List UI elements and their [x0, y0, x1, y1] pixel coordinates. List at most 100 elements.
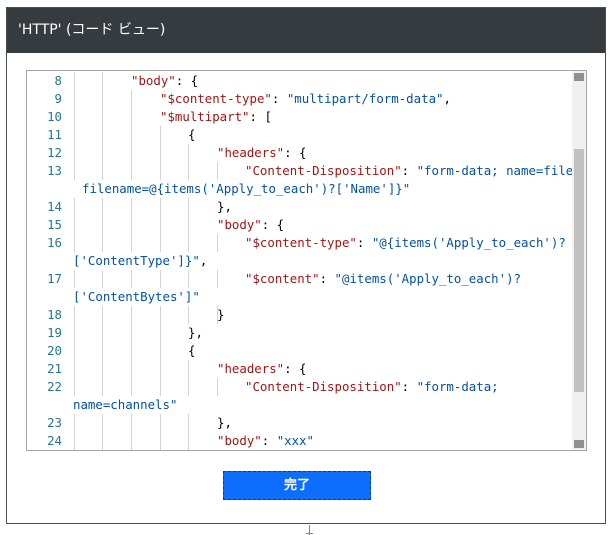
code-line-wrap: ['ContentBytes']" — [27, 288, 572, 306]
code-text: { — [188, 126, 195, 144]
json-punctuation: , — [443, 91, 451, 106]
code-text: "$content-type": "@{items('Apply_to_each… — [245, 234, 566, 252]
line-number: 21 — [47, 361, 62, 376]
json-key: "Content-Disposition" — [245, 163, 402, 178]
code-text: filename=@{items('Apply_to_each')?['Name… — [82, 180, 410, 198]
json-punctuation: : [ — [249, 109, 272, 124]
code-line: 23}, — [27, 414, 572, 432]
json-key: "body" — [131, 73, 176, 88]
code-line-wrap: name=channels" — [27, 396, 572, 414]
json-string: filename=@{items('Apply_to_each')?['Name… — [82, 181, 411, 196]
code-line: 8 "body": { — [27, 72, 572, 90]
line-number: 24 — [47, 433, 62, 448]
line-number: 14 — [47, 199, 62, 214]
code-line: 13 "Content-Disposition": "form-data; nam… — [27, 162, 572, 180]
code-text: "body": { — [131, 72, 198, 90]
code-editor[interactable]: 8 "body": {9 "$content-type": "multipart/f… — [26, 70, 587, 451]
code-line: 19}, — [27, 324, 572, 342]
dialog-titlebar: 'HTTP' (コード ビュー) — [7, 8, 605, 53]
json-string: "form-data; name=file; — [416, 163, 572, 178]
line-number: 18 — [47, 307, 62, 322]
json-punctuation: : — [401, 163, 417, 178]
json-punctuation: : { — [284, 361, 307, 376]
code-line: 12 "headers": { — [27, 144, 572, 162]
line-number: 16 — [47, 235, 62, 250]
line-number: 13 — [47, 163, 62, 178]
code-line: 9 "$content-type": "multipart/form-data", — [27, 90, 572, 108]
code-text: }, — [217, 414, 232, 432]
code-text: "Content-Disposition": "form-data; name=… — [245, 162, 572, 180]
scrollbar-thumb[interactable] — [574, 149, 584, 392]
code-line: 14}, — [27, 198, 572, 216]
code-line: 10 "$multipart": [ — [27, 108, 572, 126]
line-number: 20 — [47, 343, 62, 358]
line-number: 22 — [47, 379, 62, 394]
json-string: "multipart/form-data" — [286, 91, 444, 106]
line-number: 12 — [47, 145, 62, 160]
json-punctuation: }, — [188, 325, 203, 340]
json-string: "@{items('Apply_to_each')? — [371, 235, 566, 250]
json-punctuation: : { — [261, 217, 285, 232]
code-text: } — [217, 306, 224, 324]
code-text-area[interactable]: 8 "body": {9 "$content-type": "multipart/f… — [27, 71, 572, 450]
json-punctuation: : — [261, 433, 277, 448]
code-text: "Content-Disposition": "form-data; — [245, 378, 499, 396]
code-text: "body": "xxx" — [217, 432, 314, 450]
json-string: "xxx" — [276, 433, 314, 448]
json-punctuation: { — [188, 343, 196, 358]
json-key: "$content-type" — [160, 91, 272, 106]
line-number: 10 — [47, 109, 62, 124]
scroll-down-arrow-icon[interactable] — [574, 440, 584, 448]
json-punctuation: }, — [217, 415, 232, 430]
vertical-scrollbar[interactable] — [572, 71, 586, 450]
json-key: "body" — [217, 433, 262, 448]
json-string: name=channels" — [73, 397, 178, 412]
json-punctuation: } — [217, 307, 225, 322]
code-line: 17 "$content": "@items('Apply_to_each')? — [27, 270, 572, 288]
code-line: 20 { — [27, 342, 572, 360]
code-view-dialog: 'HTTP' (コード ビュー) 8 "body": {9 "$content-ty… — [6, 7, 606, 535]
json-punctuation: : — [319, 271, 335, 286]
code-text: ['ContentType']}", — [73, 252, 207, 270]
scroll-up-arrow-icon[interactable] — [574, 73, 584, 81]
json-punctuation: : — [271, 91, 287, 106]
code-text: "$content-type": "multipart/form-data", — [160, 90, 451, 108]
json-punctuation: : — [356, 235, 372, 250]
code-text: }, — [217, 198, 232, 216]
line-number: 15 — [47, 217, 62, 232]
line-number: 9 — [54, 91, 62, 106]
json-punctuation: : { — [175, 73, 199, 88]
code-line: 18} — [27, 306, 572, 324]
json-key: "headers" — [217, 361, 285, 376]
json-punctuation: , — [199, 253, 208, 268]
done-button[interactable]: 完了 — [223, 471, 371, 500]
json-punctuation: { — [188, 127, 196, 142]
code-text: name=channels" — [73, 396, 177, 414]
code-line-wrap: filename=@{items('Apply_to_each')?['Name… — [27, 180, 572, 198]
code-text: }, — [188, 324, 203, 342]
line-number: 11 — [47, 127, 62, 142]
code-line: 15 "body": { — [27, 216, 572, 234]
json-punctuation: : { — [284, 145, 307, 160]
code-text: "$content": "@items('Apply_to_each')? — [245, 270, 521, 288]
code-text: "headers": { — [217, 144, 307, 162]
json-string: ['ContentBytes']" — [73, 289, 200, 304]
code-text: "headers": { — [217, 360, 307, 378]
json-string: ['ContentType']}" — [73, 253, 200, 268]
code-line: 24 "body": "xxx" — [27, 432, 572, 450]
code-text: ['ContentBytes']" — [73, 288, 200, 306]
json-key: "body" — [217, 217, 262, 232]
json-key: "$content-type" — [245, 235, 357, 250]
dialog-title: 'HTTP' (コード ビュー) — [18, 22, 166, 38]
code-text: { — [188, 342, 195, 360]
json-key: "$content" — [245, 271, 320, 286]
code-line: 21 "headers": { — [27, 360, 572, 378]
json-key: "$multipart" — [160, 109, 250, 124]
json-punctuation: }, — [217, 199, 232, 214]
line-number: 19 — [47, 325, 62, 340]
line-number: 8 — [54, 73, 62, 88]
line-number: 23 — [47, 415, 62, 430]
resize-handle-icon — [306, 525, 313, 535]
code-line: 11 { — [27, 126, 572, 144]
json-string: "@items('Apply_to_each')? — [334, 271, 522, 286]
